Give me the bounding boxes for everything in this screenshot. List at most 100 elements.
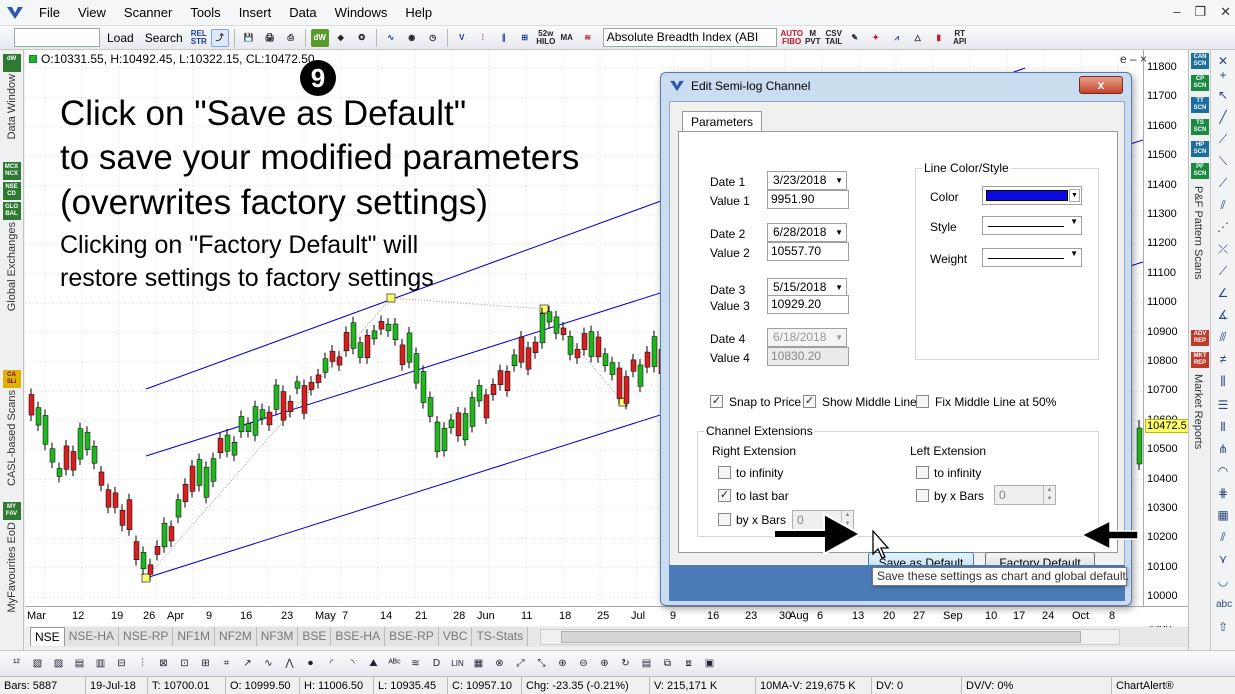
menu-insert[interactable]: Insert (230, 0, 281, 26)
menu-windows[interactable]: Windows (326, 0, 397, 26)
chart-corner-buttons[interactable]: e – × (1120, 52, 1147, 66)
symbol-input[interactable] (14, 28, 100, 47)
snap-to-price-checkbox[interactable]: ✓ (710, 395, 723, 408)
tt-scn-icon[interactable]: TT SCN (1191, 97, 1209, 113)
curve-icon[interactable]: ◜ (323, 655, 340, 672)
save-icon[interactable]: 💾 (240, 29, 258, 47)
fib-time-icon[interactable]: ⫴ (1216, 420, 1230, 434)
period-icon[interactable]: ⊟ (113, 655, 130, 672)
scan-icon[interactable]: ⊞ (516, 29, 534, 47)
tab-nse-ha[interactable]: NSE-HA (64, 627, 120, 646)
fib-levels-icon[interactable]: ☰ (1216, 398, 1230, 412)
double-line-icon[interactable]: ≠ (1216, 352, 1230, 366)
left-bars-stepper[interactable]: 0 ▲ ▼ (994, 485, 1056, 505)
casl-scans-tab[interactable]: CA SLi CASL-based Scans (1, 370, 22, 486)
refresh-icon[interactable]: ↻ (617, 655, 634, 672)
clock-icon[interactable]: ◷ (424, 29, 442, 47)
tab-parameters[interactable]: Parameters (682, 111, 763, 132)
rt-api-button[interactable]: RT API (951, 29, 969, 47)
close-icon[interactable]: ✕ (1220, 4, 1231, 20)
tas-icon[interactable]: ✦ (867, 29, 885, 47)
pnf-icon[interactable]: ⊠ (155, 655, 172, 672)
d-menu-icon[interactable]: D (428, 655, 445, 672)
date-axis[interactable]: Mar 12 19 26 Apr 9 16 23 May 7 14 21 28 Jun 11 18 25 Jul 9… (25, 606, 1188, 626)
candles-icon[interactable]: ⫶ (134, 655, 151, 672)
bars-icon[interactable]: ⫶ (474, 29, 492, 47)
tab-nf3m[interactable]: NF3M (256, 627, 299, 646)
semilog-icon[interactable]: ⟋ (1216, 264, 1230, 278)
mountain-icon[interactable]: ⛰ (365, 655, 382, 672)
kagi-icon[interactable]: ⊞ (197, 655, 214, 672)
expand-icon[interactable]: ⤢ (512, 655, 529, 672)
auto-fibo-button[interactable]: AUTO FIBO (780, 29, 803, 47)
angle-icon[interactable]: ∡ (1216, 308, 1230, 322)
right-by-x-bars-checkbox[interactable] (718, 513, 731, 526)
csv-tail-button[interactable]: CSV TAIL (825, 29, 843, 47)
pen-icon[interactable]: ✎ (846, 29, 864, 47)
menu-file[interactable]: File (30, 0, 69, 26)
pnf-scans-label[interactable]: P&F Pattern Scans (1192, 186, 1204, 280)
search-button[interactable]: Search (141, 31, 187, 45)
channel-icon[interactable]: ⫽ (1216, 198, 1230, 212)
rel-str-button[interactable]: REL STR (190, 29, 208, 47)
menu-data[interactable]: Data (280, 0, 325, 26)
ew-icon[interactable]: ⋀ (281, 655, 298, 672)
grid-icon[interactable]: ▦ (1216, 508, 1230, 522)
data-window-tab[interactable]: dW Data Window (1, 54, 22, 139)
favourites-tab[interactable]: MY FAV MyFavourites EoD (1, 502, 22, 612)
weight-picker[interactable]: ▼ (982, 248, 1082, 267)
notes-icon[interactable]: ▤ (638, 655, 655, 672)
tab-ts-stats[interactable]: TS-Stats (472, 627, 529, 646)
zigzag-icon[interactable]: ⩘ (888, 29, 906, 47)
restore-icon[interactable]: ❐ (1194, 4, 1206, 20)
style-picker[interactable]: ▼ (982, 216, 1082, 235)
arc-tool-icon[interactable]: ◝ (344, 655, 361, 672)
close-panel-icon[interactable]: ✕ (1216, 54, 1230, 68)
ray-icon[interactable]: ⟋ (1216, 132, 1230, 146)
cp-scn-icon[interactable]: CP SCN (1191, 75, 1209, 91)
ribbon-icon[interactable]: ≋ (407, 655, 424, 672)
tab-vbc[interactable]: VBC (438, 627, 473, 646)
indicator-123-icon[interactable]: ▧ (29, 655, 46, 672)
zoom-in-icon[interactable]: ⊕ (554, 655, 571, 672)
crosshair-icon[interactable]: + (1216, 68, 1230, 82)
tab-bse-ha[interactable]: BSE-HA (331, 627, 386, 646)
trend-icon[interactable]: ↗ (239, 655, 256, 672)
hp-scn-icon[interactable]: HP SCN (1191, 141, 1209, 157)
fill-icon[interactable]: ≋ (579, 29, 597, 47)
line-break-icon[interactable]: ⌗ (218, 655, 235, 672)
cycle-icon[interactable]: ◡ (1216, 574, 1230, 588)
global-exchanges-tab[interactable]: MCX NCX NSE CD GLO BAL Global Exchanges (1, 162, 22, 311)
zoom-fit-icon[interactable]: ⊕ (596, 655, 613, 672)
grid-toggle-icon[interactable]: ▦ (470, 655, 487, 672)
text-tool-icon[interactable]: abc (1216, 598, 1232, 612)
tab-bse-rp[interactable]: BSE-RP (385, 627, 439, 646)
ma-button[interactable]: MA (558, 29, 576, 47)
bar-lines-icon[interactable]: ⫼ (1216, 374, 1230, 388)
tab-nf2m[interactable]: NF2M (215, 627, 257, 646)
tab-nf1m[interactable]: NF1M (173, 627, 216, 646)
triangle-icon[interactable]: △ (909, 29, 927, 47)
line-icon[interactable]: ╱ (1216, 110, 1230, 124)
dotted-line-icon[interactable]: ⋰ (1216, 220, 1230, 234)
diamond-icon[interactable]: ◆ (332, 29, 350, 47)
fan-icon[interactable]: ⋔ (1216, 442, 1230, 456)
dialog-close-button[interactable]: x (1079, 76, 1123, 94)
wave-icon[interactable]: ∿ (382, 29, 400, 47)
move-icon[interactable]: ⊗ (491, 655, 508, 672)
cross-line-icon[interactable]: ⤫ (1216, 242, 1230, 256)
pointer-icon[interactable]: ↖ (1216, 88, 1230, 102)
date1-picker[interactable]: 3/23/2018 ▼ (767, 171, 847, 190)
pvt-button[interactable]: M PVT (804, 29, 822, 47)
value2-field[interactable]: 10557.70 (767, 242, 849, 261)
tab-nse[interactable]: NSE (30, 627, 65, 646)
compare-icon[interactable]: ▥ (92, 655, 109, 672)
paste-icon[interactable]: ⧈ (680, 655, 697, 672)
right-to-last-bar-checkbox[interactable]: ✓ (718, 489, 731, 502)
volume-icon[interactable]: ▮ (930, 29, 948, 47)
lin-icon[interactable]: LIN (449, 655, 466, 672)
copy-icon[interactable]: ⧉ (659, 655, 676, 672)
abc-icon[interactable]: ᴬᴮᶜ (386, 655, 403, 672)
gann-icon[interactable]: ⋕ (1216, 486, 1230, 500)
tab-bse[interactable]: BSE (298, 627, 332, 646)
